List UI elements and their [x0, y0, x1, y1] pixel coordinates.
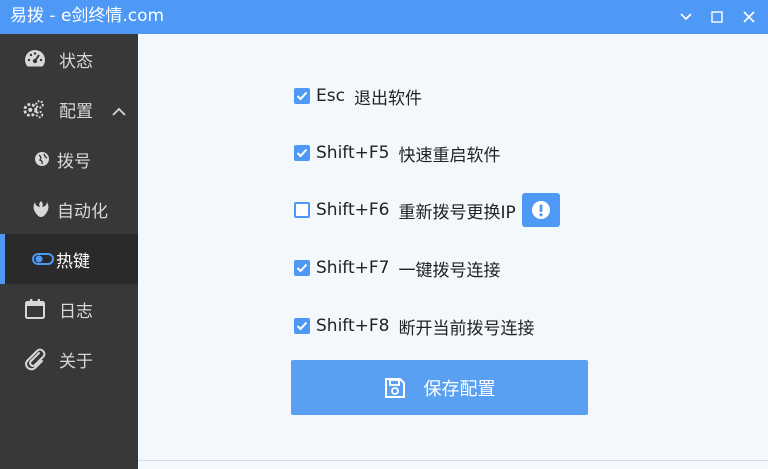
minimize-button[interactable] [676, 7, 696, 27]
hotkey-row-shift-f6[interactable]: Shift+F6 重新拨号更换IP [294, 193, 560, 227]
chevron-down-icon [680, 13, 692, 21]
checkbox-checked[interactable] [294, 145, 310, 161]
hotkey-row-shift-f7[interactable]: Shift+F7 一键拨号连接 [294, 256, 501, 281]
sidebar-item-label: 热键 [56, 251, 90, 272]
sidebar-item-about[interactable]: 关于 [0, 334, 138, 384]
hotkey-key: Shift+F5 [316, 143, 390, 163]
hotkey-action: 重新拨号更换IP [398, 202, 516, 223]
globe-icon [30, 147, 54, 171]
warning-button[interactable] [521, 193, 560, 227]
hotkey-action: 退出软件 [353, 88, 422, 109]
sidebar-item-dial[interactable]: 拨号 [0, 134, 138, 184]
sidebar-item-label: 拨号 [57, 151, 91, 172]
check-icon [296, 263, 308, 273]
sidebar-item-label: 状态 [59, 51, 93, 72]
sidebar-item-label: 配置 [59, 101, 93, 122]
hotkey-row-esc[interactable]: Esc 退出软件 [294, 84, 422, 109]
window-title: 易拨 - e剑终情.com [10, 6, 165, 26]
calendar-icon [23, 297, 47, 321]
divider [138, 460, 768, 461]
hotkey-row-shift-f8[interactable]: Shift+F8 断开当前拨号连接 [294, 314, 535, 339]
hotkey-row-shift-f5[interactable]: Shift+F5 快速重启软件 [294, 141, 501, 166]
hotkey-action: 断开当前拨号连接 [398, 318, 535, 339]
checkbox-checked[interactable] [294, 88, 310, 104]
check-icon [296, 321, 308, 331]
paperclip-icon [23, 347, 47, 371]
maximize-button[interactable] [707, 7, 727, 27]
hotkey-key: Shift+F6 [316, 200, 390, 220]
check-icon [296, 91, 308, 101]
save-config-button[interactable]: 保存配置 [291, 360, 588, 415]
square-icon [711, 11, 723, 23]
gears-icon [22, 97, 46, 121]
hotkey-key: Shift+F7 [316, 258, 390, 278]
checkbox-checked[interactable] [294, 260, 310, 276]
hotkey-action: 快速重启软件 [398, 145, 501, 166]
sidebar-item-label: 自动化 [57, 201, 108, 222]
save-button-label: 保存配置 [423, 378, 496, 400]
close-button[interactable] [739, 7, 759, 27]
hotkey-action: 一键拨号连接 [398, 260, 501, 281]
title-bar: 易拨 - e剑终情.com [0, 0, 768, 34]
hotkey-key: Esc [316, 86, 345, 106]
sidebar-item-hotkeys[interactable]: 热键 [0, 234, 138, 284]
toggle-icon [31, 247, 55, 271]
rebel-icon [29, 197, 53, 221]
sidebar-item-status[interactable]: 状态 [0, 34, 138, 84]
hotkey-key: Shift+F8 [316, 316, 390, 336]
sidebar-item-config[interactable]: 配置 [0, 84, 138, 134]
sidebar-item-log[interactable]: 日志 [0, 284, 138, 334]
check-icon [296, 148, 308, 158]
sidebar-item-label: 日志 [59, 301, 93, 322]
checkbox-unchecked[interactable] [294, 202, 310, 218]
checkbox-checked[interactable] [294, 318, 310, 334]
sidebar: 状态 配置 拨号 自动化 热键 日志 关于 [0, 34, 138, 469]
sidebar-item-automation[interactable]: 自动化 [0, 184, 138, 234]
exclamation-circle-icon [531, 201, 550, 219]
close-icon [743, 11, 755, 23]
speedometer-icon [23, 47, 47, 71]
sidebar-item-label: 关于 [59, 351, 93, 372]
floppy-disk-icon [384, 377, 406, 399]
chevron-up-icon [112, 102, 126, 122]
